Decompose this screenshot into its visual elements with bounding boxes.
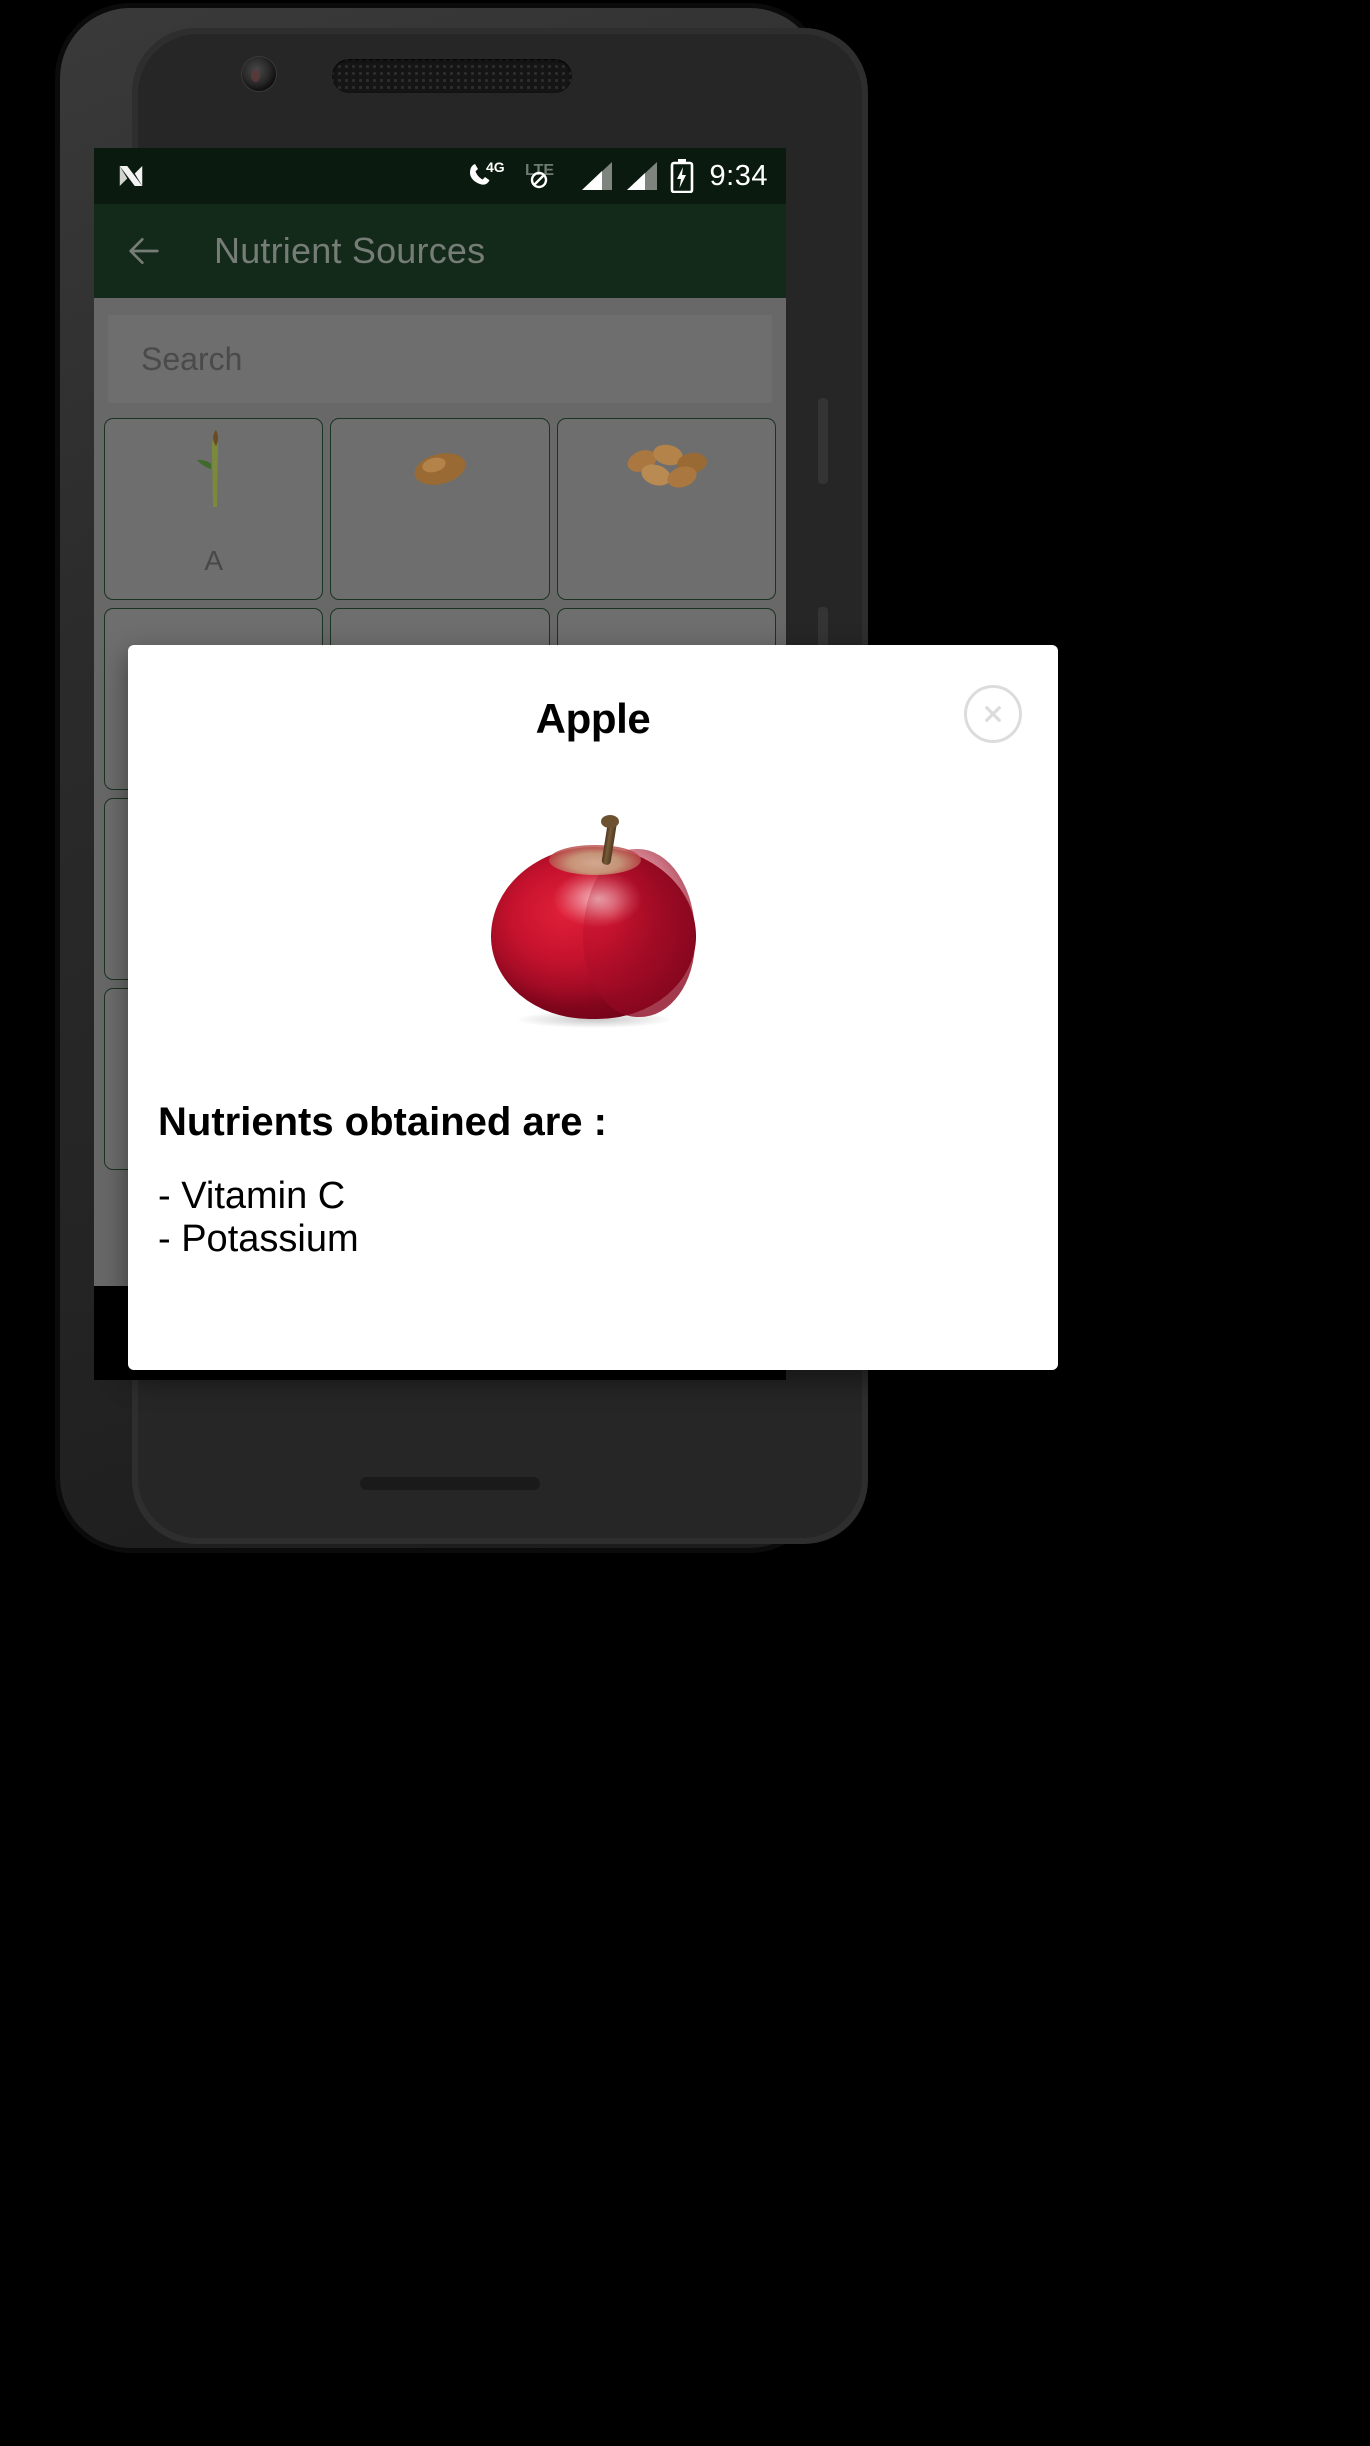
almonds-image (606, 429, 726, 541)
power-button[interactable] (818, 398, 828, 484)
search-input[interactable]: Search (108, 315, 772, 403)
almond-image (380, 429, 500, 541)
page-title: Nutrient Sources (214, 230, 486, 271)
nutrient-list-item: - Potassium (158, 1217, 359, 1260)
nutrient-detail-dialog: Apple Nutrients obtained are : - Vitamin… (128, 645, 1058, 1370)
apple-stem-tip (601, 814, 619, 828)
apple-illustration (483, 814, 703, 1030)
status-bar: 4G LTE 9:34 (94, 148, 786, 204)
grid-item-0[interactable]: A (104, 418, 324, 600)
status-bar-clock: 9:34 (709, 159, 768, 192)
signal-bars-icon-1 (580, 160, 614, 192)
close-circle-icon[interactable] (964, 685, 1022, 743)
svg-text:LTE: LTE (525, 162, 554, 179)
lte-no-service-icon: LTE (523, 159, 569, 193)
status-icons-group: 4G LTE 9:34 (466, 159, 768, 193)
dialog-title: Apple (535, 695, 651, 742)
nutrient-list-item: - Vitamin C (158, 1175, 346, 1217)
grid-item-2[interactable] (556, 418, 776, 600)
battery-charging-icon (670, 159, 694, 193)
signal-bars-icon-2 (625, 160, 659, 192)
asparagus-image (154, 429, 274, 541)
earpiece-speaker (332, 59, 572, 93)
nutrients-list: - Vitamin C - Potassium (158, 1175, 1028, 1260)
app-bar: Nutrient Sources (94, 204, 786, 298)
android-n-logo-icon (116, 161, 146, 191)
search-placeholder-label: Search (141, 340, 243, 377)
back-arrow-icon[interactable] (124, 231, 164, 271)
grid-item-1[interactable] (330, 418, 550, 600)
camera-lens-glint (251, 70, 260, 82)
nutrients-heading: Nutrients obtained are : (158, 1100, 607, 1144)
phone-4g-icon: 4G (466, 159, 512, 193)
svg-text:4G: 4G (486, 159, 505, 175)
apple-stem-dimple (549, 844, 641, 875)
apple-image (128, 777, 1058, 1067)
bottom-speaker-grille (360, 1477, 540, 1490)
grid-item-label-0: A (204, 545, 223, 576)
